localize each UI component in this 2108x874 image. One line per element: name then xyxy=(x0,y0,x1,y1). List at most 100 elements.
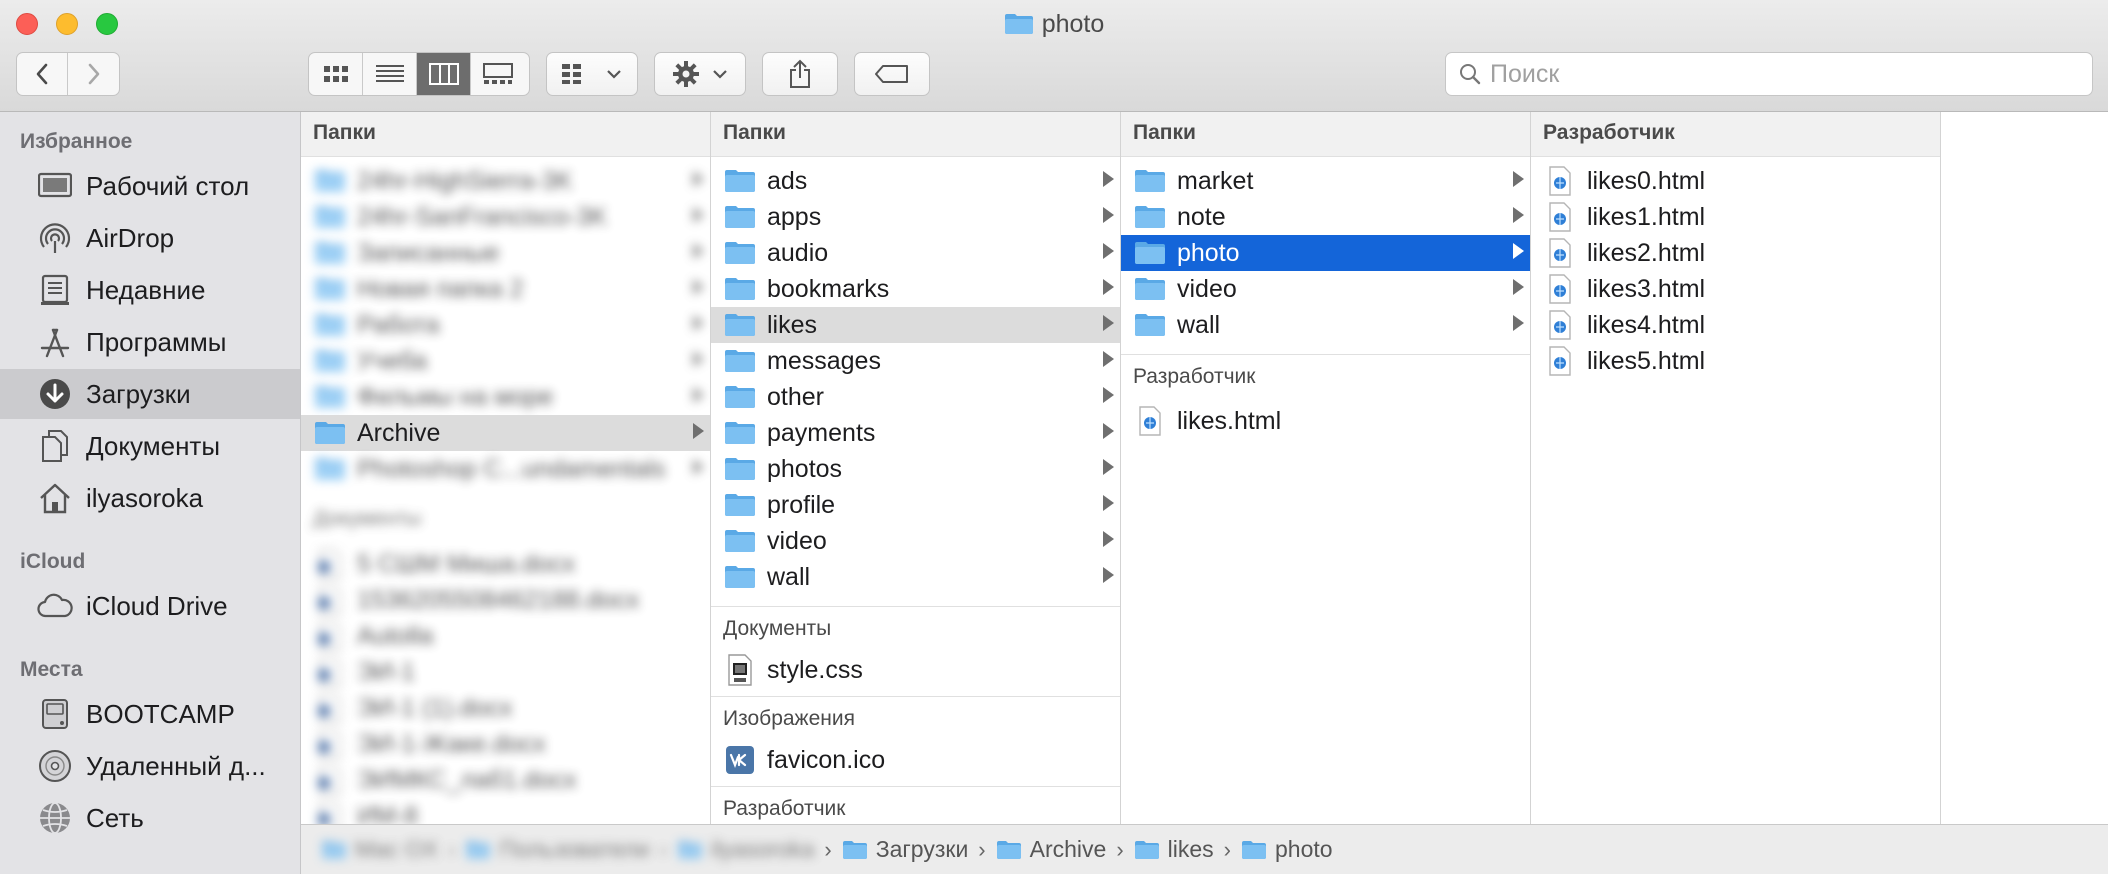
folder-row[interactable]: photo xyxy=(1121,235,1530,271)
folder-row[interactable]: audio xyxy=(711,235,1120,271)
file-row[interactable]: likes2.html xyxy=(1531,235,1940,271)
sidebar-item-airdrop[interactable]: AirDrop xyxy=(0,213,300,263)
search-field[interactable] xyxy=(1445,52,2093,96)
folder-row[interactable]: wall xyxy=(711,559,1120,595)
file-row[interactable]: 5 СШМ Миша.docx xyxy=(301,546,710,582)
sidebar-item-recents[interactable]: Недавние xyxy=(0,265,300,315)
folder-row[interactable]: market xyxy=(1121,163,1530,199)
folder-row[interactable]: payments xyxy=(711,415,1120,451)
file-row[interactable]: likes4.html xyxy=(1531,307,1940,343)
path-crumb[interactable]: photo xyxy=(1241,836,1333,863)
folder-row[interactable]: video xyxy=(711,523,1120,559)
browser-column-4[interactable]: Разработчик likes0.html likes1.html likes2… xyxy=(1531,112,1941,824)
file-row-name: 1536205508462188.docx xyxy=(357,585,640,614)
list-view-button[interactable] xyxy=(363,53,417,95)
folder-row[interactable]: Записанные xyxy=(301,235,710,271)
file-row-name: style.css xyxy=(767,655,863,684)
path-crumb[interactable]: Archive xyxy=(996,836,1106,863)
browser-column-3[interactable]: Папки market note photo video wall Разработч… xyxy=(1121,112,1531,824)
disclosure-arrow-icon xyxy=(693,423,704,439)
folder-row[interactable]: profile xyxy=(711,487,1120,523)
browser-column-1[interactable]: Папки 24hr-HighSierra-3K 24hr-SanFrancisc… xyxy=(301,112,711,824)
folder-icon xyxy=(1133,274,1167,304)
window-title: photo xyxy=(0,10,2108,42)
sidebar-item-documents[interactable]: Документы xyxy=(0,421,300,471)
file-row[interactable]: Autolla xyxy=(301,618,710,654)
path-crumb[interactable]: likes xyxy=(1134,836,1214,863)
word-document-icon xyxy=(313,693,347,723)
file-row[interactable]: ЭИ-1 xyxy=(301,654,710,690)
folder-row-name: wall xyxy=(767,562,811,591)
folder-row[interactable]: ads xyxy=(711,163,1120,199)
word-document-icon xyxy=(313,657,347,687)
folder-row[interactable]: Работа xyxy=(301,307,710,343)
sidebar-item-icloud-drive[interactable]: iCloud Drive xyxy=(0,581,300,631)
search-input[interactable] xyxy=(1490,59,2050,89)
back-button[interactable] xyxy=(17,53,69,95)
forward-button[interactable] xyxy=(68,53,119,95)
sidebar-item-downloads[interactable]: Загрузки xyxy=(0,369,300,419)
share-button[interactable] xyxy=(762,52,838,96)
folder-row-name: Учеба xyxy=(357,346,428,375)
file-row[interactable]: favicon.ico xyxy=(711,742,1120,778)
gallery-view-button[interactable] xyxy=(471,53,525,95)
folder-row[interactable]: Учеба xyxy=(301,343,710,379)
file-row[interactable]: ЭИМКС_лаб1.docx xyxy=(301,762,710,798)
file-row[interactable]: likes1.html xyxy=(1531,199,1940,235)
sidebar-item-bootcamp[interactable]: BOOTCAMP xyxy=(0,689,300,739)
file-row[interactable]: ЭИ-1 (1).docx xyxy=(301,690,710,726)
folder-row[interactable]: video xyxy=(1121,271,1530,307)
disclosure-arrow-icon xyxy=(1513,171,1524,187)
desktop-icon xyxy=(36,167,74,205)
folder-row[interactable]: bookmarks xyxy=(711,271,1120,307)
sidebar-item-label: Удаленный д... xyxy=(86,750,266,781)
path-crumb[interactable]: ilyasoroka xyxy=(677,836,814,863)
tag-button[interactable] xyxy=(854,52,930,96)
browser-column-2[interactable]: Папки ads apps audio bookmarks likes messages… xyxy=(711,112,1121,824)
file-row[interactable]: likes0.html xyxy=(1531,163,1940,199)
folder-row[interactable]: Фильмы на море xyxy=(301,379,710,415)
folder-icon xyxy=(723,562,757,592)
sidebar-item-label: Сеть xyxy=(86,802,144,833)
folder-row[interactable]: photos xyxy=(711,451,1120,487)
folder-row[interactable]: Photoshop C...undamentals xyxy=(301,451,710,487)
folder-row[interactable]: 24hr-SanFrancisco-3K xyxy=(301,199,710,235)
sidebar-item-remote-disc[interactable]: Удаленный д... xyxy=(0,741,300,791)
home-icon xyxy=(677,840,703,860)
html-file-icon xyxy=(1543,238,1577,268)
path-crumb[interactable]: Загрузки xyxy=(842,836,968,863)
folder-row[interactable]: Archive xyxy=(301,415,710,451)
folder-row[interactable]: note xyxy=(1121,199,1530,235)
folder-row-name: apps xyxy=(767,202,822,231)
file-row[interactable]: 1536205508462188.docx xyxy=(301,582,710,618)
group-by-button[interactable] xyxy=(546,52,638,96)
file-row[interactable]: likes3.html xyxy=(1531,271,1940,307)
action-button[interactable] xyxy=(654,52,746,96)
file-row[interactable]: likes.html xyxy=(1121,403,1530,439)
folder-row[interactable]: Новая папка 2 xyxy=(301,271,710,307)
path-crumb[interactable]: Mac OX xyxy=(321,836,438,863)
file-row[interactable]: ИМ-8 xyxy=(301,798,710,824)
file-row[interactable]: likes5.html xyxy=(1531,343,1940,379)
word-document-icon xyxy=(313,621,347,651)
folder-row[interactable]: 24hr-HighSierra-3K xyxy=(301,163,710,199)
sidebar-item-applications[interactable]: Программы xyxy=(0,317,300,367)
folder-row[interactable]: apps xyxy=(711,199,1120,235)
folder-icon xyxy=(465,840,491,860)
folder-row-name: 24hr-HighSierra-3K xyxy=(357,166,573,195)
sidebar-item-network[interactable]: Сеть xyxy=(0,793,300,843)
folder-row[interactable]: likes xyxy=(711,307,1120,343)
empty-column-area[interactable] xyxy=(1941,112,2108,824)
column-view-button[interactable] xyxy=(417,53,471,95)
share-icon xyxy=(790,59,810,88)
icon-view-button[interactable] xyxy=(309,53,363,95)
folder-row[interactable]: wall xyxy=(1121,307,1530,343)
sidebar-item-desktop[interactable]: Рабочий стол xyxy=(0,161,300,211)
path-crumb[interactable]: Пользователи xyxy=(465,836,650,863)
folder-row[interactable]: messages xyxy=(711,343,1120,379)
disclosure-arrow-icon xyxy=(1513,243,1524,259)
folder-row[interactable]: other xyxy=(711,379,1120,415)
file-row[interactable]: style.css xyxy=(711,652,1120,688)
sidebar-item-home[interactable]: ilyasoroka xyxy=(0,473,300,523)
file-row[interactable]: ЭИ-1-Жаке.docx xyxy=(301,726,710,762)
